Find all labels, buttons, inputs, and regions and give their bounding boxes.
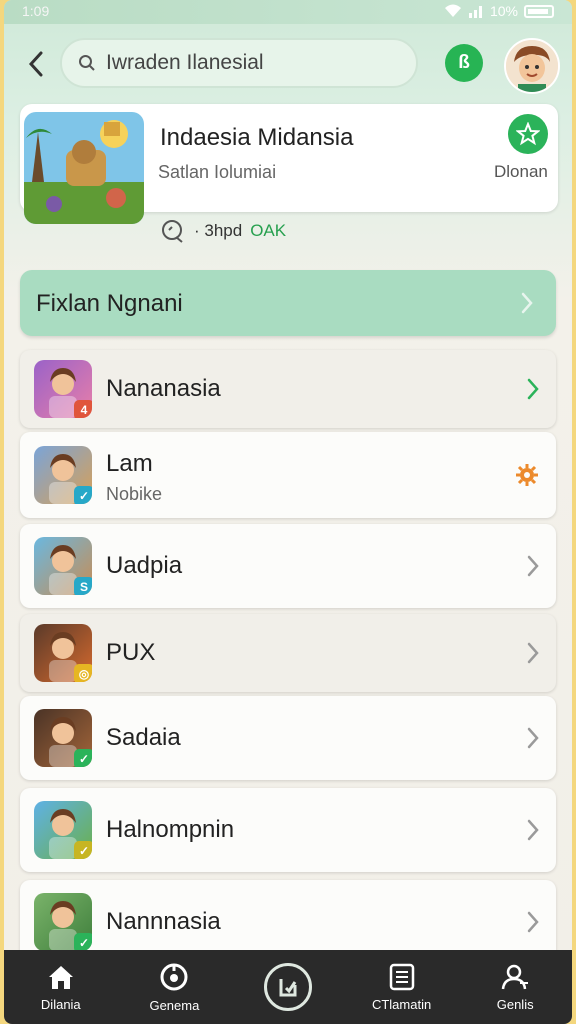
list-item[interactable]: ◎ PUX xyxy=(20,614,556,692)
app-badge: ✓ xyxy=(74,486,92,504)
home-icon xyxy=(48,965,73,989)
status-time: 1:09 xyxy=(22,3,50,19)
featured-app-card[interactable]: Indaesia Midansia Satlan Iolumiai Dlonan xyxy=(20,104,558,224)
app-icon: ✓ xyxy=(34,801,92,859)
nav-center-action[interactable] xyxy=(231,950,345,1024)
bottom-nav: Dilania Genema CTlamatin Genlis xyxy=(4,950,572,1024)
featured-app-title: Indaesia Midansia xyxy=(160,124,354,151)
featured-meta: · 3hpd OAK xyxy=(160,218,286,244)
list-item[interactable]: ✓ Halnompnin xyxy=(20,788,556,872)
battery-icon xyxy=(524,4,554,18)
app-icon: ✓ xyxy=(34,446,92,504)
chevron-right-icon[interactable] xyxy=(526,378,540,400)
category-banner[interactable]: Fixlan Ngnani xyxy=(20,270,556,336)
app-icon: ◎ xyxy=(34,624,92,682)
nav-profile[interactable]: Genlis xyxy=(458,950,572,1024)
nav-profile-label: Genlis xyxy=(496,996,534,1012)
comment-icon xyxy=(162,220,183,243)
app-title: Lam xyxy=(106,450,153,477)
chevron-right-icon[interactable] xyxy=(526,642,540,664)
list-icon xyxy=(389,963,414,990)
battery-percent: 10% xyxy=(489,3,518,19)
app-title: Sadaia xyxy=(106,724,181,751)
voice-action-button[interactable]: ß xyxy=(445,44,483,82)
app-badge: ✓ xyxy=(74,841,92,859)
app-badge: ◎ xyxy=(74,664,92,682)
search-icon xyxy=(79,55,95,71)
favorite-button[interactable] xyxy=(508,114,548,154)
meta-text: · 3hpd xyxy=(194,221,243,240)
app-icon: 4 xyxy=(34,360,92,418)
nav-list[interactable]: CTlamatin xyxy=(345,950,459,1024)
chevron-left-icon xyxy=(28,51,43,77)
nav-games-label: Genema xyxy=(149,997,200,1013)
profile-icon xyxy=(501,964,529,989)
game-icon xyxy=(160,963,188,990)
app-badge: ✓ xyxy=(74,933,92,951)
app-subtitle: Nobike xyxy=(106,484,163,504)
search-text: Iwraden Ilanesial xyxy=(106,51,264,74)
signal-icon xyxy=(468,6,482,18)
voice-action-glyph: ß xyxy=(458,52,470,73)
list-item[interactable]: ✓ Lam Nobike xyxy=(20,432,556,518)
avatar-image xyxy=(506,40,558,92)
search-bar[interactable]: Iwraden Ilanesial xyxy=(60,38,418,88)
status-bar: 1:09 10% xyxy=(4,0,572,24)
nav-list-label: CTlamatin xyxy=(371,996,432,1012)
app-badge: S xyxy=(74,577,92,595)
featured-app-subtitle: Satlan Iolumiai xyxy=(158,162,277,182)
app-screen: 1:09 10% Iwraden Ilanesial ß Indaesia Mi… xyxy=(4,0,572,1024)
list-item[interactable]: ✓ Sadaia xyxy=(20,696,556,780)
banner-label: Fixlan Ngnani xyxy=(36,290,183,317)
gear-icon[interactable] xyxy=(514,462,540,488)
center-action-icon xyxy=(279,979,297,997)
meta-highlight: OAK xyxy=(250,221,287,240)
top-bar: Iwraden Ilanesial ß xyxy=(4,34,572,96)
center-action-button[interactable] xyxy=(263,963,312,1011)
app-badge: 4 xyxy=(74,400,92,418)
nav-home-label: Dilania xyxy=(40,996,81,1012)
nav-games[interactable]: Genema xyxy=(118,950,232,1024)
chevron-right-icon[interactable] xyxy=(526,911,540,933)
chevron-right-icon xyxy=(521,292,533,314)
app-title: Nannnasia xyxy=(106,908,221,935)
chevron-right-icon[interactable] xyxy=(526,555,540,577)
wifi-icon xyxy=(444,4,461,17)
app-icon: S xyxy=(34,537,92,595)
app-title: Nananasia xyxy=(106,375,221,402)
featured-download-label[interactable]: Dlonan xyxy=(494,162,548,182)
app-title: PUX xyxy=(106,639,156,666)
list-item[interactable]: 4 Nananasia xyxy=(20,350,556,428)
user-avatar[interactable] xyxy=(504,38,560,94)
app-title: Uadpia xyxy=(106,552,183,579)
nav-home[interactable]: Dilania xyxy=(4,950,118,1024)
back-button[interactable] xyxy=(22,48,50,80)
app-icon: ✓ xyxy=(34,709,92,767)
app-icon: ✓ xyxy=(34,893,92,951)
chevron-right-icon[interactable] xyxy=(526,819,540,841)
chevron-right-icon[interactable] xyxy=(526,727,540,749)
app-title: Halnompnin xyxy=(106,816,235,843)
app-badge: ✓ xyxy=(74,749,92,767)
star-icon xyxy=(516,122,540,146)
status-icons: 10% xyxy=(444,3,554,19)
featured-app-image xyxy=(24,112,144,224)
list-item[interactable]: S Uadpia xyxy=(20,524,556,608)
